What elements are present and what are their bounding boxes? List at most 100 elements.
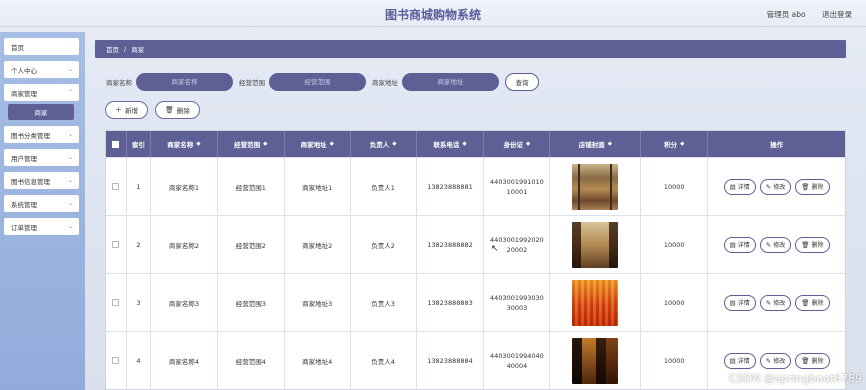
header-points[interactable]: 积分 ◆: [641, 131, 709, 157]
header-index: 索引: [127, 131, 151, 157]
sidebar-item-label: 用户管理: [11, 154, 37, 163]
breadcrumb-home[interactable]: 首页: [106, 44, 119, 54]
sidebar-item-book-category[interactable]: 图书分类管理 ⌄: [4, 126, 79, 143]
detail-button[interactable]: ▤ 详情: [723, 236, 756, 253]
detail-icon: ▤: [729, 356, 736, 365]
search-name-input[interactable]: [136, 73, 233, 91]
row-checkbox[interactable]: [112, 357, 120, 364]
row-checkbox[interactable]: [112, 183, 120, 190]
delete-button[interactable]: 🗑 删除: [795, 236, 830, 253]
header-phone[interactable]: 联系电话 ◆: [417, 131, 485, 157]
table-row: 3 商家名称3 经营范围3 商家地址3 负责人3 13823888883 440…: [106, 273, 845, 331]
delete-button[interactable]: 🗑 删除: [795, 178, 830, 195]
cell-ops: ▤ 详情 ✎ 修改 🗑 删除: [708, 274, 845, 331]
header-image-label: 店铺封面: [578, 141, 605, 149]
chevron-down-icon: ⌄: [67, 177, 73, 184]
sort-icon: ◆: [680, 141, 685, 147]
detail-button[interactable]: ▤ 详情: [723, 352, 756, 369]
cell-address: 商家地址3: [285, 274, 351, 331]
store-cover-image[interactable]: [572, 337, 619, 384]
header-owner[interactable]: 负责人 ◆: [351, 131, 417, 157]
toolbar: ＋ 新增 🗑 删除: [105, 101, 207, 119]
edit-button[interactable]: ✎ 修改: [759, 178, 792, 195]
delete-label: 删除: [811, 184, 824, 191]
sort-icon: ◆: [607, 141, 612, 147]
trash-icon: 🗑: [801, 356, 810, 365]
search-address-input[interactable]: [402, 73, 499, 91]
delete-button[interactable]: 🗑 删除: [795, 352, 830, 369]
sort-icon: ◆: [329, 141, 334, 147]
sort-icon: ◆: [263, 141, 268, 147]
search-bar: 商家名称 经营范围 商家地址 查询: [95, 73, 539, 91]
cell-address: 商家地址1: [285, 158, 351, 215]
cell-address: 商家地址4: [285, 332, 351, 389]
edit-label: 修改: [773, 300, 786, 307]
cell-index: 3: [127, 274, 151, 331]
cell-index: 4: [127, 332, 151, 389]
user-area: 管理员 abo 退出登录: [753, 9, 852, 20]
sidebar-item-orders[interactable]: 订单管理 ⌄: [4, 218, 79, 235]
cell-image: [550, 274, 642, 331]
merchant-table: 索引 商家名称 ◆ 经营范围 ◆ 商家地址 ◆ 负责人 ◆ 联系电话 ◆ 身份证 ◆ 店铺封…: [105, 130, 846, 390]
select-all-checkbox[interactable]: [112, 140, 120, 148]
sort-icon: ◆: [526, 141, 531, 147]
batch-delete-button[interactable]: 🗑 删除: [155, 101, 200, 119]
header-idcard[interactable]: 身份证 ◆: [484, 131, 551, 157]
search-scope-label: 经营范围: [239, 79, 265, 87]
header-image[interactable]: 店铺封面 ◆: [550, 131, 642, 157]
cell-phone: 13823888881: [417, 158, 485, 215]
logout-link[interactable]: 退出登录: [822, 10, 852, 19]
header-address[interactable]: 商家地址 ◆: [285, 131, 351, 157]
breadcrumb-current: 商家: [131, 46, 145, 54]
chevron-down-icon: ⌄: [67, 66, 73, 73]
sidebar-item-label: 商家管理: [11, 89, 37, 98]
store-cover-image[interactable]: [572, 279, 619, 326]
sidebar-subitem-merchant[interactable]: 商家: [8, 104, 74, 120]
trash-icon: 🗑: [801, 298, 810, 307]
detail-button[interactable]: ▤ 详情: [723, 178, 756, 195]
detail-icon: ▤: [729, 240, 736, 249]
sidebar-item-users[interactable]: 用户管理 ⌄: [4, 149, 79, 166]
cell-points: 10000: [641, 332, 709, 389]
delete-label: 删除: [811, 242, 824, 249]
header-scope[interactable]: 经营范围 ◆: [218, 131, 285, 157]
sort-icon: ◆: [462, 141, 467, 147]
edit-button[interactable]: ✎ 修改: [759, 236, 792, 253]
cell-points: 10000: [641, 216, 709, 273]
sort-icon: ◆: [392, 141, 397, 147]
cell-ops: ▤ 详情 ✎ 修改 🗑 删除: [708, 158, 845, 215]
breadcrumb-separator: /: [124, 45, 127, 53]
header-phone-label: 联系电话: [433, 141, 460, 149]
row-select-cell: [106, 332, 127, 389]
detail-button[interactable]: ▤ 详情: [723, 294, 756, 311]
row-checkbox[interactable]: [112, 241, 120, 248]
cell-name: 商家名称3: [151, 274, 218, 331]
edit-button[interactable]: ✎ 修改: [759, 294, 792, 311]
edit-button[interactable]: ✎ 修改: [759, 352, 792, 369]
store-cover-image[interactable]: [572, 221, 619, 268]
chevron-down-icon: ⌄: [67, 131, 73, 138]
cell-image: [550, 216, 642, 273]
add-button[interactable]: ＋ 新增: [105, 101, 148, 119]
sidebar-item-system[interactable]: 系统管理 ⌄: [4, 195, 79, 212]
trash-icon: 🗑: [165, 106, 174, 114]
cell-owner: 负责人1: [351, 158, 417, 215]
header-name[interactable]: 商家名称 ◆: [151, 131, 218, 157]
top-bar: 图书商城购物系统 管理员 abo 退出登录: [0, 0, 866, 27]
cell-ops: ▤ 详情 ✎ 修改 🗑 删除: [708, 216, 845, 273]
breadcrumb: 首页 / 商家: [95, 40, 846, 58]
cell-name: 商家名称1: [151, 158, 218, 215]
row-select-cell: [106, 158, 127, 215]
search-scope-input[interactable]: [269, 73, 366, 91]
store-cover-image[interactable]: [572, 163, 619, 210]
row-checkbox[interactable]: [112, 299, 120, 306]
delete-button[interactable]: 🗑 删除: [795, 294, 830, 311]
sidebar-item-book-info[interactable]: 图书信息管理 ⌄: [4, 172, 79, 189]
sidebar-item-home[interactable]: 首页: [4, 38, 79, 55]
search-button[interactable]: 查询: [505, 73, 539, 91]
sidebar-item-profile[interactable]: 个人中心 ⌄: [4, 61, 79, 78]
header-name-label: 商家名称: [167, 141, 194, 149]
sort-icon: ◆: [196, 141, 201, 147]
sidebar-item-merchant[interactable]: 商家管理 ⌃: [4, 84, 79, 101]
detail-icon: ▤: [729, 182, 736, 191]
